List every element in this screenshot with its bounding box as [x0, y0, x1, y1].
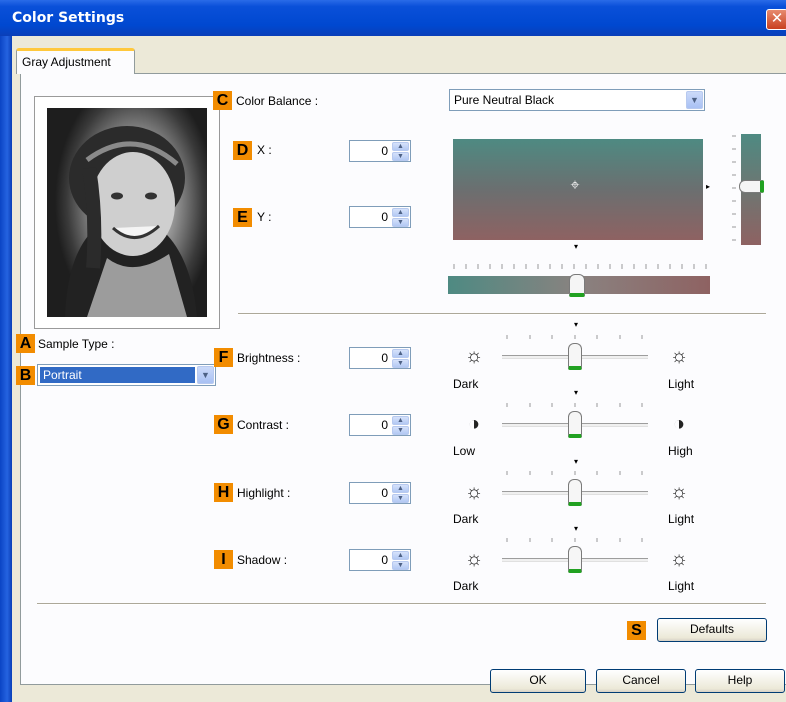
highlight-slider-thumb[interactable]	[568, 479, 582, 506]
color-balance-label: Color Balance :	[236, 94, 319, 108]
tab-label: Gray Adjustment	[22, 55, 111, 69]
contrast-label: Contrast :	[237, 418, 290, 432]
highlight-high-label: Light	[668, 512, 695, 526]
contrast-slider-thumb[interactable]	[568, 411, 582, 438]
close-button[interactable]: ✕	[766, 9, 786, 30]
spin-up-icon[interactable]: ▲	[392, 349, 409, 358]
highlight-low-label: Dark	[453, 512, 479, 526]
brightness-high-label: Light	[668, 377, 695, 391]
spin-down-icon[interactable]: ▼	[392, 494, 409, 503]
sun-dim-icon: ☼	[464, 548, 484, 570]
horizontal-ticks	[453, 264, 707, 269]
brightness-slider-thumb[interactable]	[568, 343, 582, 370]
slider-ticks	[506, 335, 643, 339]
x-value: 0	[381, 144, 388, 158]
contrast-value: 0	[381, 418, 388, 432]
help-button[interactable]: Help	[695, 669, 785, 693]
slider-ticks	[506, 403, 643, 407]
window-frame	[0, 36, 12, 702]
brightness-low-label: Dark	[453, 377, 479, 391]
sample-type-select[interactable]: Portrait ▼	[37, 364, 216, 386]
spin-down-icon[interactable]: ▼	[392, 152, 409, 161]
shadow-value: 0	[381, 553, 388, 567]
brightness-value: 0	[381, 351, 388, 365]
contrast-low-icon: ◑	[467, 413, 481, 435]
color-balance-value: Pure Neutral Black	[454, 93, 555, 107]
badge-c: C	[213, 91, 232, 110]
highlight-spinbox[interactable]: 0 ▲ ▼	[349, 482, 411, 504]
cancel-button[interactable]: Cancel	[596, 669, 686, 693]
badge-a: A	[16, 334, 35, 353]
vertical-ticks	[732, 135, 736, 241]
sun-dim-icon: ☼	[464, 481, 484, 503]
y-label: Y :	[257, 210, 272, 224]
contrast-high-icon: ◑	[672, 413, 686, 435]
y-value: 0	[381, 210, 388, 224]
pointer-down-icon: ▾	[574, 457, 579, 466]
contrast-spinbox[interactable]: 0 ▲ ▼	[349, 414, 411, 436]
sun-bright-icon: ☼	[669, 345, 689, 367]
x-label: X :	[257, 143, 272, 157]
ok-button[interactable]: OK	[490, 669, 586, 693]
badge-b: B	[16, 366, 35, 385]
spin-down-icon[interactable]: ▼	[392, 426, 409, 435]
badge-d: D	[233, 141, 252, 160]
portrait-photo	[65, 126, 197, 317]
spin-up-icon[interactable]: ▲	[392, 208, 409, 217]
slider-ticks	[506, 471, 643, 475]
spin-up-icon[interactable]: ▲	[392, 484, 409, 493]
badge-g: G	[214, 415, 233, 434]
sample-preview-image	[47, 108, 207, 317]
contrast-low-label: Low	[453, 444, 476, 458]
chevron-down-icon[interactable]: ▼	[197, 366, 214, 384]
highlight-label: Highlight :	[237, 486, 291, 500]
color-balance-select[interactable]: Pure Neutral Black ▼	[449, 89, 705, 111]
spin-down-icon[interactable]: ▼	[392, 359, 409, 368]
shadow-label: Shadow :	[237, 553, 288, 567]
y-spinbox[interactable]: 0 ▲ ▼	[349, 206, 411, 228]
divider	[238, 313, 766, 315]
spin-up-icon[interactable]: ▲	[392, 142, 409, 151]
shadow-high-label: Light	[668, 579, 695, 593]
spin-up-icon[interactable]: ▲	[392, 416, 409, 425]
title-bar[interactable]: Color Settings ✕	[0, 0, 786, 36]
badge-i: I	[214, 550, 233, 569]
sun-bright-icon: ☼	[669, 481, 689, 503]
contrast-high-label: High	[668, 444, 693, 458]
sample-type-value: Portrait	[40, 367, 195, 383]
slider-ticks	[506, 538, 643, 542]
highlight-value: 0	[381, 486, 388, 500]
x-spinbox[interactable]: 0 ▲ ▼	[349, 140, 411, 162]
spin-down-icon[interactable]: ▼	[392, 561, 409, 570]
brightness-label: Brightness :	[237, 351, 301, 365]
pointer-down-icon: ▾	[574, 320, 579, 329]
pointer-down-icon: ▾	[574, 242, 579, 251]
close-icon: ✕	[770, 10, 784, 27]
pointer-down-icon: ▾	[574, 524, 579, 533]
divider	[37, 603, 766, 605]
crosshair-icon[interactable]: ⌖	[567, 178, 583, 194]
badge-s: S	[627, 621, 646, 640]
color-settings-window: Color Settings ✕ Gray Adjustment A Sampl…	[0, 0, 786, 702]
pointer-down-icon: ▾	[574, 388, 579, 397]
shadow-spinbox[interactable]: 0 ▲ ▼	[349, 549, 411, 571]
window-title: Color Settings	[12, 10, 125, 26]
badge-e: E	[233, 208, 252, 227]
sun-dim-icon: ☼	[464, 345, 484, 367]
tab-gray-adjustment[interactable]: Gray Adjustment	[16, 48, 135, 74]
badge-f: F	[214, 348, 233, 367]
shadow-slider-thumb[interactable]	[568, 546, 582, 573]
spin-down-icon[interactable]: ▼	[392, 218, 409, 227]
brightness-spinbox[interactable]: 0 ▲ ▼	[349, 347, 411, 369]
vertical-color-slider-thumb[interactable]	[739, 180, 764, 193]
badge-h: H	[214, 483, 233, 502]
sample-type-label: Sample Type :	[38, 337, 115, 351]
horizontal-color-slider-thumb[interactable]	[569, 274, 585, 297]
defaults-button[interactable]: Defaults	[657, 618, 767, 642]
sun-bright-icon: ☼	[669, 548, 689, 570]
spin-up-icon[interactable]: ▲	[392, 551, 409, 560]
shadow-low-label: Dark	[453, 579, 479, 593]
chevron-down-icon[interactable]: ▼	[686, 91, 703, 109]
pointer-right-icon: ▸	[706, 182, 711, 191]
